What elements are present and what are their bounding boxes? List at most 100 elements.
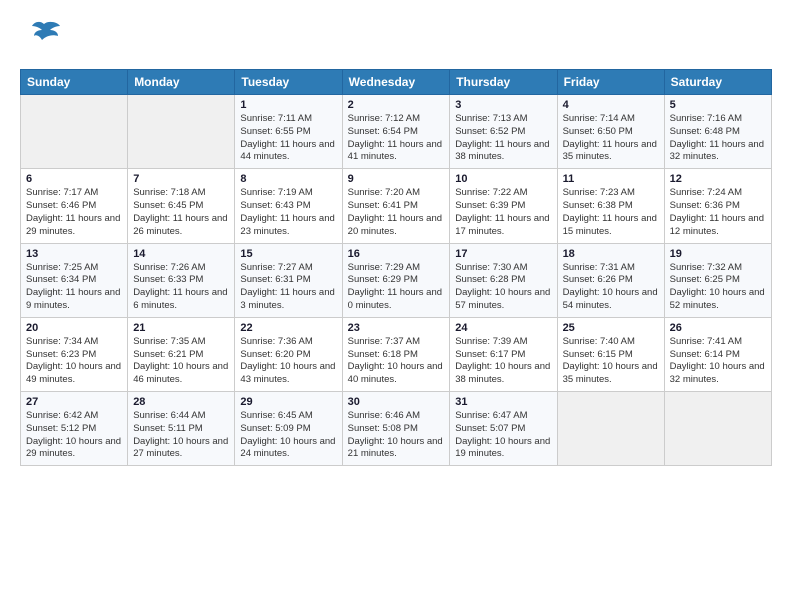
day-info: Sunrise: 7:19 AM Sunset: 6:43 PM Dayligh…	[240, 187, 336, 238]
day-number: 1	[240, 99, 336, 111]
day-number: 4	[563, 99, 659, 111]
calendar-cell: 23 Sunrise: 7:37 AM Sunset: 6:18 PM Dayli…	[342, 317, 450, 391]
day-info: Sunrise: 6:47 AM Sunset: 5:07 PM Dayligh…	[455, 410, 551, 461]
day-number: 19	[670, 248, 766, 260]
calendar-cell: 22 Sunrise: 7:36 AM Sunset: 6:20 PM Dayli…	[235, 317, 342, 391]
calendar-cell: 21 Sunrise: 7:35 AM Sunset: 6:21 PM Dayli…	[128, 317, 235, 391]
calendar-cell: 3Sunrise: 7:13 AM Sunset: 6:52 PM Daylig…	[450, 95, 557, 169]
day-number: 22	[240, 322, 336, 334]
day-number: 14	[133, 248, 229, 260]
calendar-week-5: 27 Sunrise: 6:42 AM Sunset: 5:12 PM Dayli…	[21, 392, 772, 466]
day-info: Sunrise: 7:36 AM Sunset: 6:20 PM Dayligh…	[240, 336, 336, 387]
calendar-cell: 31 Sunrise: 6:47 AM Sunset: 5:07 PM Dayli…	[450, 392, 557, 466]
calendar-cell: 7 Sunrise: 7:18 AM Sunset: 6:45 PM Daylig…	[128, 169, 235, 243]
calendar-cell: 12 Sunrise: 7:24 AM Sunset: 6:36 PM Dayli…	[664, 169, 771, 243]
calendar-cell: 24 Sunrise: 7:39 AM Sunset: 6:17 PM Dayli…	[450, 317, 557, 391]
day-number: 8	[240, 173, 336, 185]
day-info: Sunrise: 7:20 AM Sunset: 6:41 PM Dayligh…	[348, 187, 445, 238]
calendar-cell: 29Sunrise: 6:45 AM Sunset: 5:09 PM Dayli…	[235, 392, 342, 466]
calendar-cell: 10Sunrise: 7:22 AM Sunset: 6:39 PM Dayli…	[450, 169, 557, 243]
day-number: 21	[133, 322, 229, 334]
day-info: Sunrise: 7:32 AM Sunset: 6:25 PM Dayligh…	[670, 262, 766, 313]
weekday-header-saturday: Saturday	[664, 70, 771, 95]
day-number: 23	[348, 322, 445, 334]
day-info: Sunrise: 7:12 AM Sunset: 6:54 PM Dayligh…	[348, 113, 445, 164]
day-number: 5	[670, 99, 766, 111]
logo-bird-icon	[26, 16, 62, 59]
calendar-week-1: 1 Sunrise: 7:11 AM Sunset: 6:55 PM Daylig…	[21, 95, 772, 169]
day-number: 30	[348, 396, 445, 408]
day-number: 25	[563, 322, 659, 334]
page-header	[20, 16, 772, 59]
day-info: Sunrise: 7:30 AM Sunset: 6:28 PM Dayligh…	[455, 262, 551, 313]
weekday-header-friday: Friday	[557, 70, 664, 95]
calendar-cell: 1 Sunrise: 7:11 AM Sunset: 6:55 PM Daylig…	[235, 95, 342, 169]
calendar-cell: 2 Sunrise: 7:12 AM Sunset: 6:54 PM Daylig…	[342, 95, 450, 169]
day-number: 16	[348, 248, 445, 260]
day-info: Sunrise: 7:13 AM Sunset: 6:52 PM Dayligh…	[455, 113, 551, 164]
day-number: 12	[670, 173, 766, 185]
calendar-cell: 18 Sunrise: 7:31 AM Sunset: 6:26 PM Dayli…	[557, 243, 664, 317]
calendar-cell: 8 Sunrise: 7:19 AM Sunset: 6:43 PM Daylig…	[235, 169, 342, 243]
calendar-cell: 5Sunrise: 7:16 AM Sunset: 6:48 PM Daylig…	[664, 95, 771, 169]
day-info: Sunrise: 6:46 AM Sunset: 5:08 PM Dayligh…	[348, 410, 445, 461]
day-info: Sunrise: 7:14 AM Sunset: 6:50 PM Dayligh…	[563, 113, 659, 164]
day-info: Sunrise: 6:42 AM Sunset: 5:12 PM Dayligh…	[26, 410, 122, 461]
weekday-header-monday: Monday	[128, 70, 235, 95]
day-info: Sunrise: 7:22 AM Sunset: 6:39 PM Dayligh…	[455, 187, 551, 238]
weekday-header-sunday: Sunday	[21, 70, 128, 95]
calendar-cell: 17 Sunrise: 7:30 AM Sunset: 6:28 PM Dayli…	[450, 243, 557, 317]
day-info: Sunrise: 7:11 AM Sunset: 6:55 PM Dayligh…	[240, 113, 336, 164]
day-info: Sunrise: 7:41 AM Sunset: 6:14 PM Dayligh…	[670, 336, 766, 387]
weekday-header-tuesday: Tuesday	[235, 70, 342, 95]
day-info: Sunrise: 7:23 AM Sunset: 6:38 PM Dayligh…	[563, 187, 659, 238]
day-info: Sunrise: 7:24 AM Sunset: 6:36 PM Dayligh…	[670, 187, 766, 238]
day-info: Sunrise: 6:45 AM Sunset: 5:09 PM Dayligh…	[240, 410, 336, 461]
day-number: 6	[26, 173, 122, 185]
calendar-table: SundayMondayTuesdayWednesdayThursdayFrid…	[20, 69, 772, 466]
calendar-cell: 30 Sunrise: 6:46 AM Sunset: 5:08 PM Dayli…	[342, 392, 450, 466]
day-info: Sunrise: 7:17 AM Sunset: 6:46 PM Dayligh…	[26, 187, 122, 238]
day-number: 28	[133, 396, 229, 408]
day-info: Sunrise: 7:40 AM Sunset: 6:15 PM Dayligh…	[563, 336, 659, 387]
weekday-header-thursday: Thursday	[450, 70, 557, 95]
calendar-cell: 28 Sunrise: 6:44 AM Sunset: 5:11 PM Dayli…	[128, 392, 235, 466]
calendar-cell: 16 Sunrise: 7:29 AM Sunset: 6:29 PM Dayli…	[342, 243, 450, 317]
day-number: 18	[563, 248, 659, 260]
weekday-header-row: SundayMondayTuesdayWednesdayThursdayFrid…	[21, 70, 772, 95]
day-info: Sunrise: 7:39 AM Sunset: 6:17 PM Dayligh…	[455, 336, 551, 387]
day-number: 15	[240, 248, 336, 260]
calendar-cell: 15 Sunrise: 7:27 AM Sunset: 6:31 PM Dayli…	[235, 243, 342, 317]
calendar-cell: 25 Sunrise: 7:40 AM Sunset: 6:15 PM Dayli…	[557, 317, 664, 391]
day-info: Sunrise: 7:25 AM Sunset: 6:34 PM Dayligh…	[26, 262, 122, 313]
day-number: 31	[455, 396, 551, 408]
day-number: 11	[563, 173, 659, 185]
calendar-cell	[128, 95, 235, 169]
day-number: 9	[348, 173, 445, 185]
calendar-cell: 13 Sunrise: 7:25 AM Sunset: 6:34 PM Dayli…	[21, 243, 128, 317]
day-info: Sunrise: 7:35 AM Sunset: 6:21 PM Dayligh…	[133, 336, 229, 387]
day-number: 7	[133, 173, 229, 185]
calendar-cell: 26Sunrise: 7:41 AM Sunset: 6:14 PM Dayli…	[664, 317, 771, 391]
day-number: 13	[26, 248, 122, 260]
day-number: 2	[348, 99, 445, 111]
day-info: Sunrise: 6:44 AM Sunset: 5:11 PM Dayligh…	[133, 410, 229, 461]
day-info: Sunrise: 7:27 AM Sunset: 6:31 PM Dayligh…	[240, 262, 336, 313]
day-number: 24	[455, 322, 551, 334]
day-info: Sunrise: 7:37 AM Sunset: 6:18 PM Dayligh…	[348, 336, 445, 387]
calendar-cell: 11 Sunrise: 7:23 AM Sunset: 6:38 PM Dayli…	[557, 169, 664, 243]
calendar-week-2: 6 Sunrise: 7:17 AM Sunset: 6:46 PM Daylig…	[21, 169, 772, 243]
day-info: Sunrise: 7:26 AM Sunset: 6:33 PM Dayligh…	[133, 262, 229, 313]
weekday-header-wednesday: Wednesday	[342, 70, 450, 95]
day-number: 20	[26, 322, 122, 334]
day-number: 27	[26, 396, 122, 408]
day-info: Sunrise: 7:31 AM Sunset: 6:26 PM Dayligh…	[563, 262, 659, 313]
day-info: Sunrise: 7:18 AM Sunset: 6:45 PM Dayligh…	[133, 187, 229, 238]
calendar-cell: 6 Sunrise: 7:17 AM Sunset: 6:46 PM Daylig…	[21, 169, 128, 243]
calendar-cell: 19 Sunrise: 7:32 AM Sunset: 6:25 PM Dayli…	[664, 243, 771, 317]
day-info: Sunrise: 7:29 AM Sunset: 6:29 PM Dayligh…	[348, 262, 445, 313]
day-info: Sunrise: 7:34 AM Sunset: 6:23 PM Dayligh…	[26, 336, 122, 387]
logo	[20, 16, 62, 59]
day-number: 17	[455, 248, 551, 260]
calendar-cell	[664, 392, 771, 466]
